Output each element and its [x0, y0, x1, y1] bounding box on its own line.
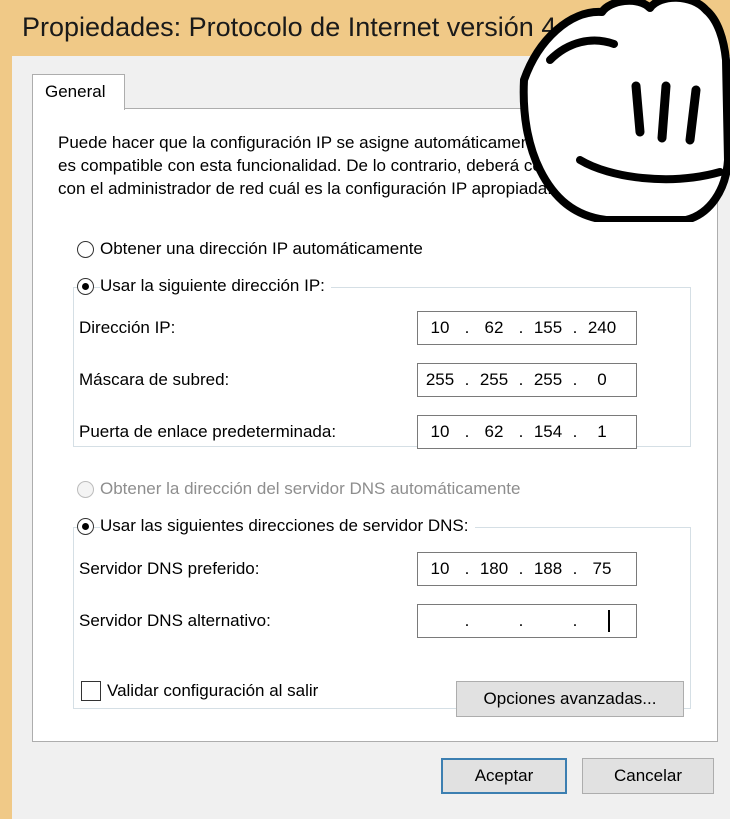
octet-1: 10: [430, 318, 450, 337]
octet-dot: .: [518, 318, 524, 337]
octet-2: 62: [484, 318, 504, 337]
octet-dot: .: [572, 370, 578, 389]
octet-dot: .: [464, 611, 470, 630]
default-gateway-input[interactable]: 10. 62. 154. 1: [417, 415, 637, 449]
octet-4: 75: [592, 559, 612, 578]
octet-1: 10: [430, 422, 450, 441]
subnet-mask-input[interactable]: 255. 255. 255. 0: [417, 363, 637, 397]
radio-indicator-selected: [77, 277, 94, 295]
alternate-dns-label: Servidor DNS alternativo:: [79, 611, 271, 630]
ok-button[interactable]: Aceptar: [441, 758, 567, 794]
octet-dot: .: [572, 559, 578, 578]
advanced-options-button[interactable]: Opciones avanzadas...: [456, 681, 684, 717]
octet-dot: .: [572, 611, 578, 630]
preferred-dns-label: Servidor DNS preferido:: [79, 559, 260, 578]
alternate-dns-input[interactable]: . . .: [417, 604, 637, 638]
octet-dot: .: [518, 422, 524, 441]
properties-window: Propiedades: Protocolo de Internet versi…: [0, 0, 730, 819]
radio-ip-automatic-label: Obtener una dirección IP automáticamente: [100, 239, 423, 258]
octet-4: 0: [597, 370, 607, 389]
radio-ip-manual-label: Usar la siguiente dirección IP:: [100, 276, 331, 296]
octet-dot: .: [518, 370, 524, 389]
octet-dot: .: [464, 422, 470, 441]
octet-dot: .: [518, 559, 524, 578]
subnet-mask-label: Máscara de subred:: [79, 370, 230, 389]
radio-indicator-selected: [77, 517, 94, 535]
octet-2: 62: [484, 422, 504, 441]
octet-3: 255: [533, 370, 563, 389]
radio-indicator: [77, 480, 94, 498]
radio-dns-automatic-label: Obtener la dirección del servidor DNS au…: [100, 479, 521, 498]
octet-dot: .: [464, 318, 470, 337]
octet-2: 255: [479, 370, 509, 389]
text-cursor: [608, 610, 610, 632]
octet-dot: .: [572, 422, 578, 441]
default-gateway-label: Puerta de enlace predeterminada:: [79, 422, 337, 441]
octet-4: 240: [587, 318, 617, 337]
octet-3: 188: [533, 559, 563, 578]
radio-dns-manual[interactable]: Usar las siguientes direcciones de servi…: [77, 516, 475, 536]
hand-pointer-icon: [519, 0, 730, 222]
radio-dns-automatic[interactable]: Obtener la dirección del servidor DNS au…: [77, 479, 520, 499]
ip-address-label: Dirección IP:: [79, 318, 176, 337]
validate-on-exit-label: Validar configuración al salir: [107, 681, 319, 700]
radio-ip-automatic[interactable]: Obtener una dirección IP automáticamente: [77, 239, 423, 259]
octet-1: 10: [430, 559, 450, 578]
octet-dot: .: [464, 370, 470, 389]
cancel-button[interactable]: Cancelar: [582, 758, 714, 794]
radio-indicator: [77, 240, 94, 258]
octet-1: 255: [425, 370, 455, 389]
octet-dot: .: [464, 559, 470, 578]
tab-general[interactable]: General: [32, 74, 125, 110]
checkbox-box: [81, 681, 101, 701]
preferred-dns-input[interactable]: 10. 180. 188. 75: [417, 552, 637, 586]
octet-dot: .: [518, 611, 524, 630]
validate-on-exit-checkbox[interactable]: Validar configuración al salir: [81, 681, 318, 701]
octet-2: 180: [479, 559, 509, 578]
octet-3: 155: [533, 318, 563, 337]
ip-address-input[interactable]: 10. 62. 155. 240: [417, 311, 637, 345]
radio-dns-manual-label: Usar las siguientes direcciones de servi…: [100, 516, 475, 536]
octet-3: 154: [533, 422, 563, 441]
octet-4: 1: [597, 422, 607, 441]
radio-ip-manual[interactable]: Usar la siguiente dirección IP:: [77, 276, 331, 296]
octet-dot: .: [572, 318, 578, 337]
